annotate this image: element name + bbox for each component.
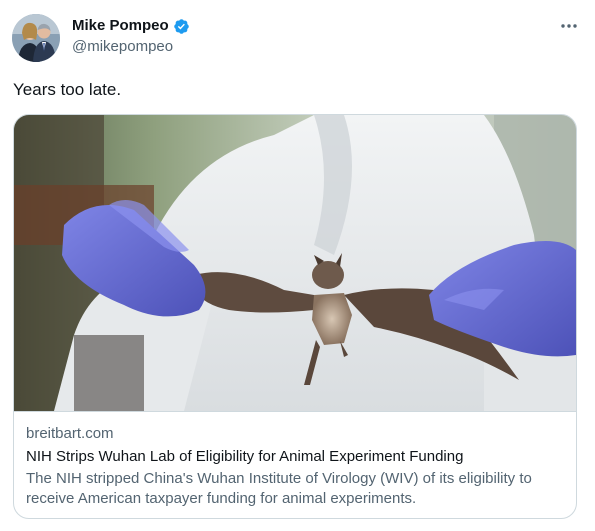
more-horizontal-icon [561, 24, 577, 28]
verified-badge-icon [173, 18, 190, 35]
author-handle[interactable]: @mikepompeo [72, 37, 173, 57]
card-domain: breitbart.com [26, 425, 114, 442]
avatar-photo [12, 14, 60, 62]
card-title[interactable]: NIH Strips Wuhan Lab of Eligibility for … [26, 447, 566, 467]
card-image[interactable] [14, 115, 576, 411]
card-text-block[interactable]: breitbart.com NIH Strips Wuhan Lab of El… [26, 424, 566, 509]
tweet[interactable]: Mike Pompeo @mikepompeo Years too late. [0, 0, 595, 531]
tweet-text: Years too late. [13, 80, 122, 99]
author-name-row: Mike Pompeo [72, 16, 190, 36]
author-display-name[interactable]: Mike Pompeo [72, 16, 169, 36]
link-card[interactable]: breitbart.com NIH Strips Wuhan Lab of El… [13, 114, 577, 519]
card-description: The NIH stripped China's Wuhan Institute… [26, 470, 532, 507]
more-options-button[interactable] [555, 14, 583, 38]
card-divider [14, 411, 576, 412]
author-avatar[interactable] [12, 14, 60, 62]
